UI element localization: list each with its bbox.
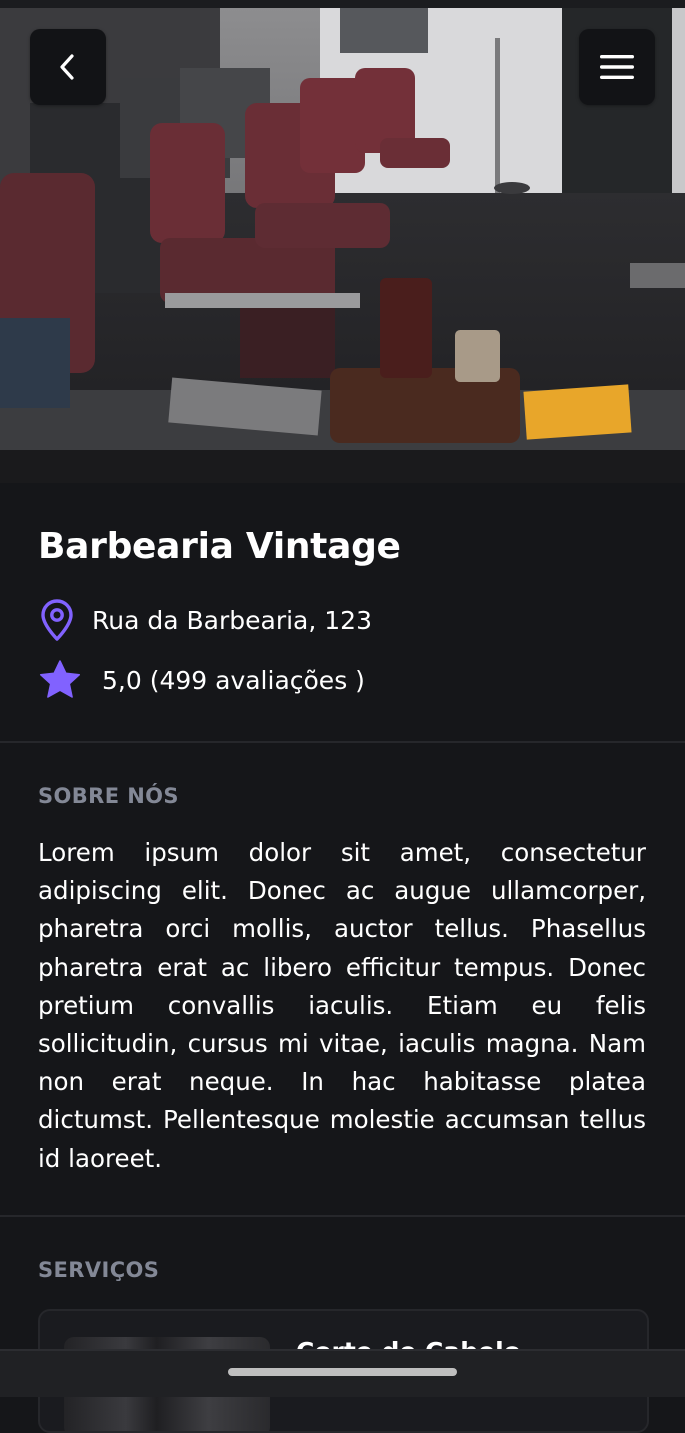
barbershop-name: Barbearia Vintage (38, 526, 401, 567)
map-pin-icon (41, 599, 73, 641)
rating-text: 5,0 (499 avaliações ) (102, 665, 365, 695)
rating-row: 5,0 (499 avaliações ) (38, 659, 365, 701)
divider (0, 1215, 685, 1217)
address-text: Rua da Barbearia, 123 (92, 605, 372, 635)
home-indicator[interactable] (228, 1368, 457, 1376)
chevron-left-icon (60, 54, 74, 80)
about-title: SOBRE NÓS (38, 784, 179, 808)
hamburger-menu-icon (600, 55, 634, 79)
top-strip (0, 0, 685, 8)
star-icon (39, 660, 81, 698)
system-navigation-bar (0, 1349, 685, 1397)
menu-button[interactable] (579, 29, 655, 105)
about-text: Lorem ipsum dolor sit amet, consectetur … (38, 838, 646, 1173)
address-row: Rua da Barbearia, 123 (38, 598, 372, 642)
back-button[interactable] (30, 29, 106, 105)
services-title: SERVIÇOS (38, 1258, 160, 1282)
divider (0, 741, 685, 743)
